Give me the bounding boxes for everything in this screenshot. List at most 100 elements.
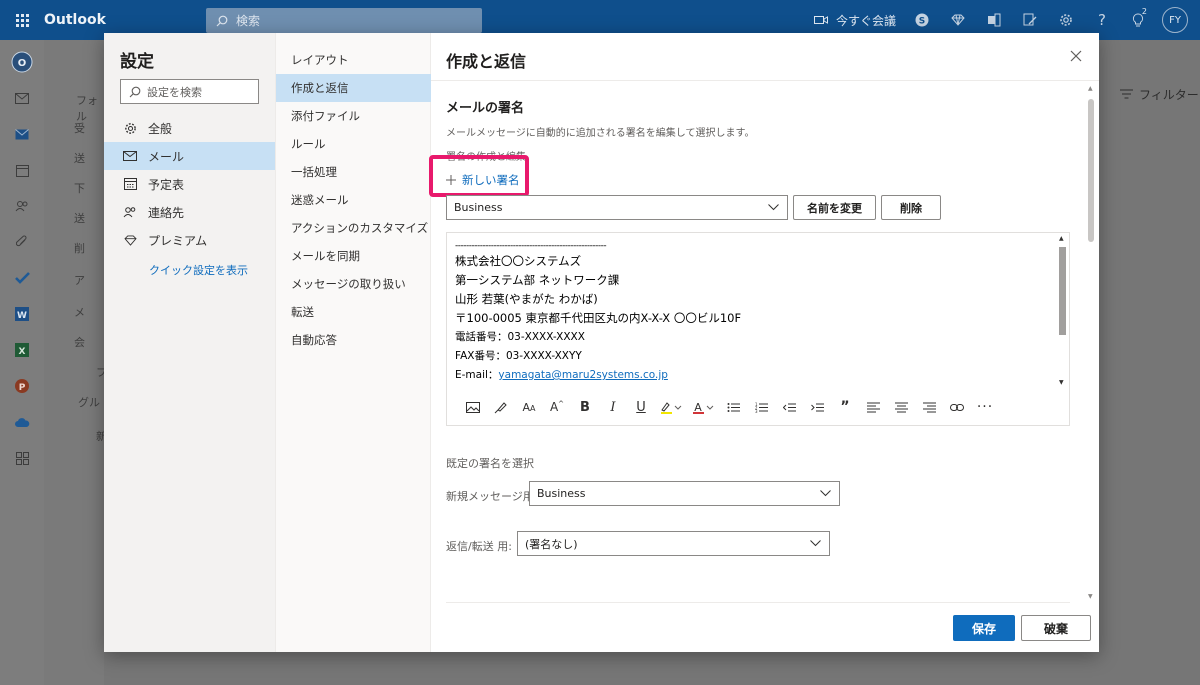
sub-rules[interactable]: ルール [276, 130, 431, 158]
align-center-icon [894, 402, 908, 412]
category-mail[interactable]: メール [104, 142, 275, 170]
quote-button[interactable]: ” [831, 396, 859, 418]
bullets-button[interactable] [719, 396, 747, 418]
app-rail: O W X P [0, 40, 44, 685]
search-input[interactable]: 検索 [206, 8, 482, 33]
rail-attach[interactable] [0, 224, 44, 260]
rail-people[interactable] [0, 188, 44, 224]
bold-button[interactable]: B [571, 396, 599, 418]
sub-sync-email[interactable]: メールを同期 [276, 242, 431, 270]
svg-text:W: W [17, 311, 27, 321]
sub-compose-reply[interactable]: 作成と返信 [276, 74, 431, 102]
scroll-up-icon[interactable]: ▲ [1088, 85, 1093, 92]
svg-text:X: X [19, 347, 26, 357]
settings-categories: 設定 設定を検索 全般 メール 予定表 連絡先 プレミアム クイック設定を表示 [104, 33, 275, 652]
edit-note-icon [1023, 13, 1037, 26]
delete-button[interactable]: 削除 [881, 195, 941, 220]
scroll-down-icon[interactable]: ▼ [1059, 379, 1064, 386]
sub-layout[interactable]: レイアウト [276, 46, 431, 74]
decrease-indent-button[interactable] [775, 396, 803, 418]
skype-icon: S [915, 13, 929, 27]
category-premium[interactable]: プレミアム [104, 226, 275, 254]
rail-powerpoint[interactable]: P [0, 368, 44, 404]
app-name: Outlook [44, 12, 106, 28]
rail-word[interactable]: W [0, 296, 44, 332]
signature-email-line: E-mail：yamagata@maru2systems.co.jp [455, 366, 1051, 385]
bg-nav-row: ア [74, 274, 85, 287]
align-right-button[interactable] [915, 396, 943, 418]
quick-settings-link[interactable]: クイック設定を表示 [149, 262, 248, 278]
sub-forwarding[interactable]: 転送 [276, 298, 431, 326]
rail-outlook[interactable]: O [0, 44, 44, 80]
category-label: 予定表 [148, 177, 185, 192]
chevron-down-icon [820, 490, 831, 497]
pane-scrollbar[interactable]: ▲ ▼ [1086, 85, 1096, 601]
rail-mail[interactable] [0, 116, 44, 152]
sub-attachments[interactable]: 添付ファイル [276, 102, 431, 130]
font-size-icon: A^ [549, 400, 565, 414]
underline-button[interactable]: U [627, 396, 655, 418]
sub-customize-actions[interactable]: アクションのカスタマイズ [276, 214, 431, 242]
sub-sweep[interactable]: 一括処理 [276, 158, 431, 186]
scroll-thumb[interactable] [1088, 99, 1094, 242]
bullet-list-icon [727, 402, 740, 412]
bg-nav-row: メ [74, 306, 85, 319]
save-button[interactable]: 保存 [953, 615, 1015, 641]
sub-auto-replies[interactable]: 自動応答 [276, 326, 431, 354]
meet-now-button[interactable]: 今すぐ会議 [806, 12, 904, 29]
close-icon[interactable] [1069, 49, 1083, 63]
italic-button[interactable]: I [599, 396, 627, 418]
pane-title: 作成と返信 [446, 52, 527, 71]
font-size-button[interactable]: A^ [543, 396, 571, 418]
align-left-icon [866, 402, 880, 412]
sub-message-handling[interactable]: メッセージの取り扱い [276, 270, 431, 298]
link-button[interactable] [943, 396, 971, 418]
category-general[interactable]: 全般 [104, 114, 275, 142]
format-painter-button[interactable] [487, 396, 515, 418]
filter-button[interactable]: フィルター [1100, 72, 1200, 116]
rail-onedrive[interactable] [0, 404, 44, 440]
more-options-button[interactable]: ··· [971, 396, 999, 418]
avatar[interactable]: FY [1162, 7, 1188, 33]
rail-calendar[interactable] [0, 152, 44, 188]
category-calendar[interactable]: 予定表 [104, 170, 275, 198]
sub-junk[interactable]: 迷惑メール [276, 186, 431, 214]
align-left-button[interactable] [859, 396, 887, 418]
scroll-up-icon[interactable]: ▲ [1059, 235, 1064, 242]
increase-indent-button[interactable] [803, 396, 831, 418]
scroll-thumb[interactable] [1059, 247, 1066, 335]
new-message-label: 新規メッセージ用: [446, 490, 538, 503]
category-people[interactable]: 連絡先 [104, 198, 275, 226]
rail-more-apps[interactable] [0, 440, 44, 476]
link-icon [950, 403, 964, 411]
check-icon [14, 272, 30, 284]
scroll-down-icon[interactable]: ▼ [1088, 593, 1093, 600]
diamond-icon [951, 14, 965, 26]
rail-todo[interactable] [0, 260, 44, 296]
new-message-signature-select[interactable]: Business [529, 481, 840, 506]
align-center-button[interactable] [887, 396, 915, 418]
settings-search-input[interactable]: 設定を検索 [120, 79, 259, 104]
word-icon: W [15, 307, 29, 321]
signature-select[interactable]: Business [446, 195, 788, 220]
rail-excel[interactable]: X [0, 332, 44, 368]
signature-editor[interactable]: ----------------------------------------… [446, 232, 1070, 426]
rename-button[interactable]: 名前を変更 [793, 195, 876, 220]
font-button[interactable]: AA [515, 396, 543, 418]
signature-body[interactable]: ----------------------------------------… [455, 241, 1051, 385]
highlight-color-button[interactable] [655, 396, 687, 418]
rail-mail-outline[interactable] [0, 80, 44, 116]
numbering-button[interactable]: 123 [747, 396, 775, 418]
bg-nav-row: 送 [74, 152, 85, 165]
font-color-button[interactable]: A [687, 396, 719, 418]
reply-forward-signature-select[interactable]: (署名なし) [517, 531, 830, 556]
signature-email-label: E-mail： [455, 369, 499, 381]
tips-button[interactable]: 2 [1120, 0, 1156, 40]
insert-image-button[interactable] [459, 396, 487, 418]
app-launcher-button[interactable] [0, 0, 44, 40]
editor-scrollbar[interactable]: ▲ ▼ [1058, 235, 1067, 387]
discard-button[interactable]: 破棄 [1021, 615, 1091, 641]
signature-email-link[interactable]: yamagata@maru2systems.co.jp [498, 369, 667, 381]
highlight-box [429, 155, 529, 197]
search-icon [216, 15, 228, 26]
